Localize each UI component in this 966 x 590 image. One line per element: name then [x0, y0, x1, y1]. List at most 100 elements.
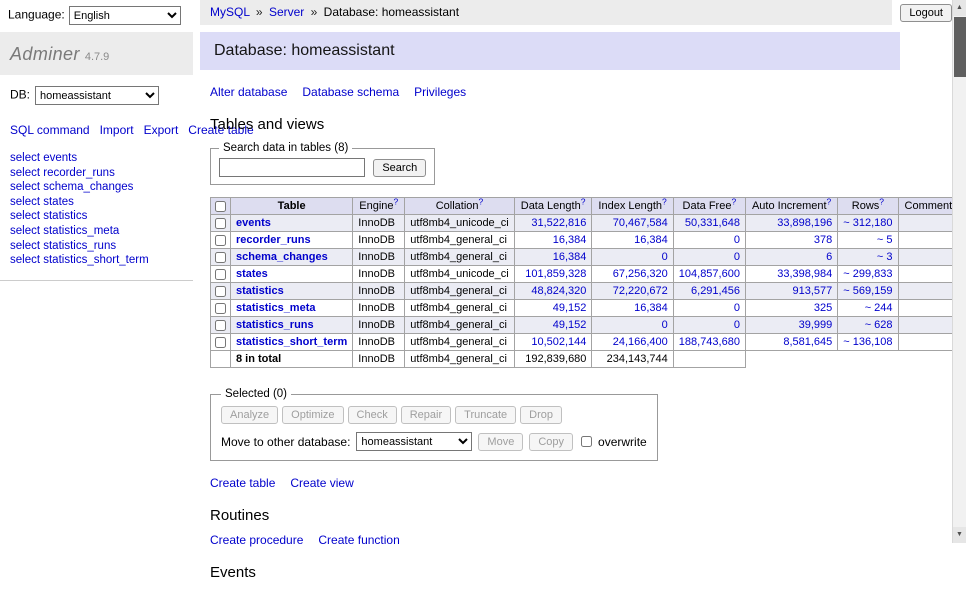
- data-free-value-link[interactable]: 104,857,600: [679, 268, 740, 280]
- auto-increment-value-link[interactable]: 33,898,196: [777, 217, 832, 229]
- index-length-value-link[interactable]: 16,384: [634, 234, 668, 246]
- sidebar-table-link[interactable]: select statistics_runs: [10, 239, 183, 254]
- data-length-value-link[interactable]: 16,384: [553, 251, 587, 263]
- sidebar-table-link[interactable]: select statistics_short_term: [10, 253, 183, 268]
- rows-value-link[interactable]: ~ 5: [877, 234, 893, 246]
- breadcrumb-link-mysql[interactable]: MySQL: [210, 5, 250, 19]
- bulk-drop-button[interactable]: Drop: [520, 406, 562, 424]
- overwrite-checkbox[interactable]: [581, 436, 592, 447]
- routine-link[interactable]: Create procedure: [210, 533, 303, 547]
- table-name-link[interactable]: statistics_short_term: [236, 336, 347, 348]
- language-select[interactable]: English: [69, 6, 181, 25]
- auto-increment-value-link[interactable]: 913,577: [793, 285, 833, 297]
- select-all-checkbox[interactable]: [215, 201, 226, 212]
- search-input[interactable]: [219, 158, 365, 177]
- data-free-value-link[interactable]: 0: [734, 251, 740, 263]
- column-help-link[interactable]: ?: [827, 196, 832, 206]
- table-name-link[interactable]: states: [236, 268, 268, 280]
- sidebar-table-link[interactable]: select recorder_runs: [10, 166, 183, 181]
- column-help-link[interactable]: ?: [581, 196, 586, 206]
- data-free-value-link[interactable]: 6,291,456: [691, 285, 740, 297]
- create-link[interactable]: Create table: [210, 476, 275, 490]
- data-free-value-link[interactable]: 0: [734, 234, 740, 246]
- db-action-link[interactable]: Alter database: [210, 85, 287, 99]
- table-name-link[interactable]: recorder_runs: [236, 234, 311, 246]
- scroll-down-icon[interactable]: ▼: [953, 527, 966, 543]
- data-free-value-link[interactable]: 0: [734, 302, 740, 314]
- row-checkbox[interactable]: [215, 337, 226, 348]
- data-length-value-link[interactable]: 49,152: [553, 302, 587, 314]
- rows-value-link[interactable]: ~ 628: [865, 319, 893, 331]
- index-length-value-link[interactable]: 70,467,584: [613, 217, 668, 229]
- data-length-value-link[interactable]: 48,824,320: [531, 285, 586, 297]
- bulk-optimize-button[interactable]: Optimize: [282, 406, 343, 424]
- column-help-link[interactable]: ?: [879, 196, 884, 206]
- auto-increment-value-link[interactable]: 6: [826, 251, 832, 263]
- db-action-link[interactable]: Privileges: [414, 85, 466, 99]
- data-free-value-link[interactable]: 0: [734, 319, 740, 331]
- auto-increment-value-link[interactable]: 325: [814, 302, 832, 314]
- column-help-link[interactable]: ?: [479, 196, 484, 206]
- row-checkbox[interactable]: [215, 286, 226, 297]
- column-help-link[interactable]: ?: [731, 196, 736, 206]
- data-length-value-link[interactable]: 16,384: [553, 234, 587, 246]
- data-free-value-link[interactable]: 50,331,648: [685, 217, 740, 229]
- row-checkbox[interactable]: [215, 218, 226, 229]
- data-length-value-link[interactable]: 49,152: [553, 319, 587, 331]
- sidebar-action-link[interactable]: Export: [144, 123, 179, 137]
- column-help-link[interactable]: ?: [394, 196, 399, 206]
- sidebar-table-link[interactable]: select schema_changes: [10, 180, 183, 195]
- data-length-value-link[interactable]: 31,522,816: [531, 217, 586, 229]
- data-free-value-link[interactable]: 188,743,680: [679, 336, 740, 348]
- table-name-link[interactable]: schema_changes: [236, 251, 328, 263]
- adminer-logo-link[interactable]: Adminer: [10, 44, 80, 64]
- auto-increment-value-link[interactable]: 378: [814, 234, 832, 246]
- rows-value-link[interactable]: ~ 312,180: [843, 217, 892, 229]
- move-button[interactable]: Move: [478, 433, 523, 451]
- scrollbar-thumb[interactable]: [954, 17, 966, 77]
- db-action-link[interactable]: Database schema: [302, 85, 399, 99]
- rows-value-link[interactable]: ~ 569,159: [843, 285, 892, 297]
- auto-increment-value-link[interactable]: 39,999: [799, 319, 833, 331]
- sidebar-table-link[interactable]: select statistics_meta: [10, 224, 183, 239]
- bulk-analyze-button[interactable]: Analyze: [221, 406, 278, 424]
- auto-increment-value-link[interactable]: 8,581,645: [783, 336, 832, 348]
- index-length-value-link[interactable]: 16,384: [634, 302, 668, 314]
- bulk-repair-button[interactable]: Repair: [401, 406, 451, 424]
- sidebar-action-link[interactable]: Import: [100, 123, 134, 137]
- row-checkbox[interactable]: [215, 320, 226, 331]
- breadcrumb-link-server[interactable]: Server: [269, 5, 304, 19]
- column-help-link[interactable]: ?: [662, 196, 667, 206]
- db-select[interactable]: homeassistant: [35, 86, 159, 105]
- rows-value-link[interactable]: ~ 299,833: [843, 268, 892, 280]
- sidebar-table-link[interactable]: select states: [10, 195, 183, 210]
- bulk-check-button[interactable]: Check: [348, 406, 397, 424]
- copy-button[interactable]: Copy: [529, 433, 573, 451]
- rows-value-link[interactable]: ~ 136,108: [843, 336, 892, 348]
- routine-link[interactable]: Create function: [318, 533, 399, 547]
- sidebar-action-link[interactable]: SQL command: [10, 123, 90, 137]
- row-checkbox[interactable]: [215, 235, 226, 246]
- index-length-value-link[interactable]: 72,220,672: [613, 285, 668, 297]
- logout-button[interactable]: Logout: [900, 4, 952, 22]
- sidebar-table-link[interactable]: select statistics: [10, 209, 183, 224]
- index-length-value-link[interactable]: 67,256,320: [613, 268, 668, 280]
- create-link[interactable]: Create view: [290, 476, 353, 490]
- data-length-value-link[interactable]: 101,859,328: [525, 268, 586, 280]
- search-button[interactable]: Search: [373, 159, 426, 177]
- table-name-link[interactable]: statistics: [236, 285, 284, 297]
- rows-value-link[interactable]: ~ 244: [865, 302, 893, 314]
- table-name-link[interactable]: statistics_meta: [236, 302, 316, 314]
- index-length-value-link[interactable]: 24,166,400: [613, 336, 668, 348]
- scroll-up-icon[interactable]: ▲: [953, 0, 966, 16]
- table-name-link[interactable]: events: [236, 217, 271, 229]
- data-length-value-link[interactable]: 10,502,144: [531, 336, 586, 348]
- row-checkbox[interactable]: [215, 252, 226, 263]
- move-db-select[interactable]: homeassistant: [356, 432, 472, 451]
- index-length-value-link[interactable]: 0: [662, 319, 668, 331]
- row-checkbox[interactable]: [215, 269, 226, 280]
- auto-increment-value-link[interactable]: 33,398,984: [777, 268, 832, 280]
- table-name-link[interactable]: statistics_runs: [236, 319, 314, 331]
- bulk-truncate-button[interactable]: Truncate: [455, 406, 516, 424]
- row-checkbox[interactable]: [215, 303, 226, 314]
